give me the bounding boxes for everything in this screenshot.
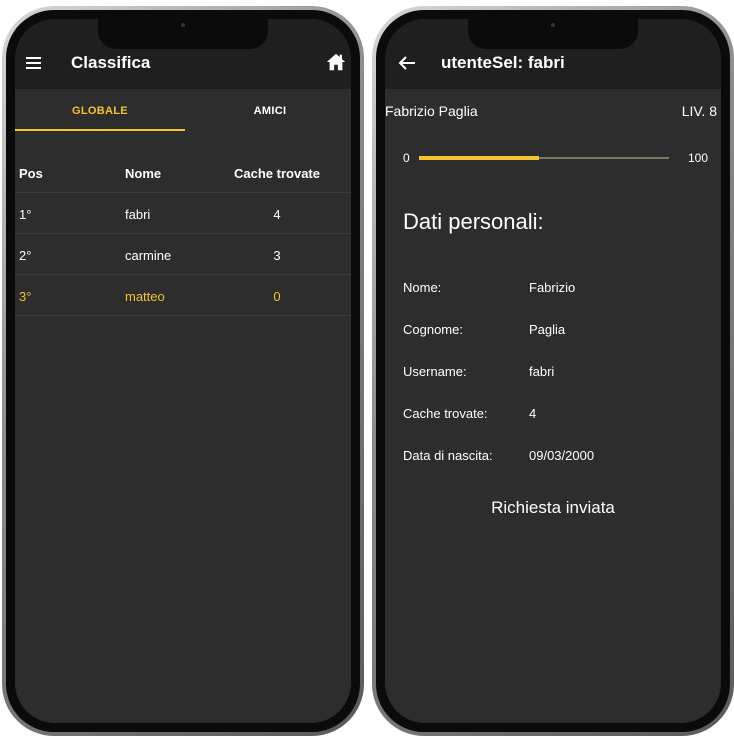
row-nome: fabri	[125, 207, 151, 222]
info-row-cache-trovate: Cache trovate: 4	[385, 406, 721, 426]
row-cache: 4	[273, 207, 281, 222]
info-value: 4	[529, 406, 537, 421]
phone-notch	[98, 19, 268, 49]
header-nome: Nome	[125, 166, 162, 181]
row-pos: 1°	[19, 207, 32, 222]
info-value: Paglia	[529, 322, 566, 337]
leaderboard-screen: Classifica GLOBALE AMICI Pos Nome Cache …	[15, 19, 351, 723]
progress-min: 0	[403, 151, 410, 165]
progress-fill	[419, 156, 539, 160]
row-cache: 0	[273, 289, 281, 304]
row-pos: 2°	[19, 248, 32, 263]
phone-notch	[468, 19, 638, 49]
info-label: Cognome:	[403, 322, 463, 337]
info-row-data-nascita: Data di nascita: 09/03/2000	[385, 448, 721, 468]
progress-track	[419, 156, 669, 160]
info-value: 09/03/2000	[529, 448, 595, 463]
row-pos: 3°	[19, 289, 32, 304]
left-phone-frame: Classifica GLOBALE AMICI Pos Nome Cache …	[2, 6, 364, 736]
info-label: Username:	[403, 364, 467, 379]
arrow-back-icon[interactable]	[398, 55, 416, 71]
request-status-text: Richiesta inviata	[491, 498, 615, 517]
info-label: Nome:	[403, 280, 442, 295]
info-value: Fabrizio	[529, 280, 576, 295]
left-phone-bezel: Classifica GLOBALE AMICI Pos Nome Cache …	[6, 10, 360, 732]
row-cache: 3	[273, 248, 281, 263]
home-icon[interactable]	[325, 51, 347, 73]
tab-bar: GLOBALE AMICI	[15, 89, 351, 133]
info-row-cognome: Cognome: Paglia	[385, 322, 721, 342]
tab-indicator	[15, 129, 185, 131]
tab-amici[interactable]: AMICI	[185, 89, 351, 133]
table-row[interactable]: 2° carmine 3	[15, 235, 351, 275]
row-nome: carmine	[125, 248, 172, 263]
table-row[interactable]: 1° fabri 4	[15, 194, 351, 234]
section-title: Dati personali:	[403, 209, 544, 234]
info-row-nome: Nome: Fabrizio	[385, 280, 721, 300]
user-name-row: Fabrizio Paglia LIV. 8	[385, 103, 721, 123]
table-row-current-user[interactable]: 3° matteo 0	[15, 276, 351, 316]
table-header: Pos Nome Cache trovate	[15, 153, 351, 193]
tab-amici-label: AMICI	[253, 105, 287, 117]
info-label: Data di nascita:	[403, 448, 493, 463]
page-title: utenteSel: fabri	[441, 53, 565, 72]
row-nome: matteo	[125, 289, 165, 304]
progress-max: 100	[687, 151, 708, 165]
right-phone-bezel: utenteSel: fabri Fabrizio Paglia LIV. 8 …	[376, 10, 730, 732]
right-phone-frame: utenteSel: fabri Fabrizio Paglia LIV. 8 …	[372, 6, 734, 736]
tab-globale-label: GLOBALE	[72, 105, 128, 117]
tab-globale[interactable]: GLOBALE	[15, 89, 185, 133]
hamburger-menu-icon[interactable]	[26, 57, 41, 69]
info-value: fabri	[529, 364, 555, 379]
info-label: Cache trovate:	[403, 406, 488, 421]
header-pos: Pos	[19, 166, 43, 181]
user-full-name: Fabrizio Paglia	[385, 103, 478, 119]
user-level: LIV. 8	[681, 103, 717, 119]
info-row-username: Username: fabri	[385, 364, 721, 384]
header-cache-trovate: Cache trovate	[234, 166, 320, 181]
level-progress: 0 100	[385, 147, 721, 167]
user-detail-screen: utenteSel: fabri Fabrizio Paglia LIV. 8 …	[385, 19, 721, 723]
page-title: Classifica	[71, 53, 151, 72]
